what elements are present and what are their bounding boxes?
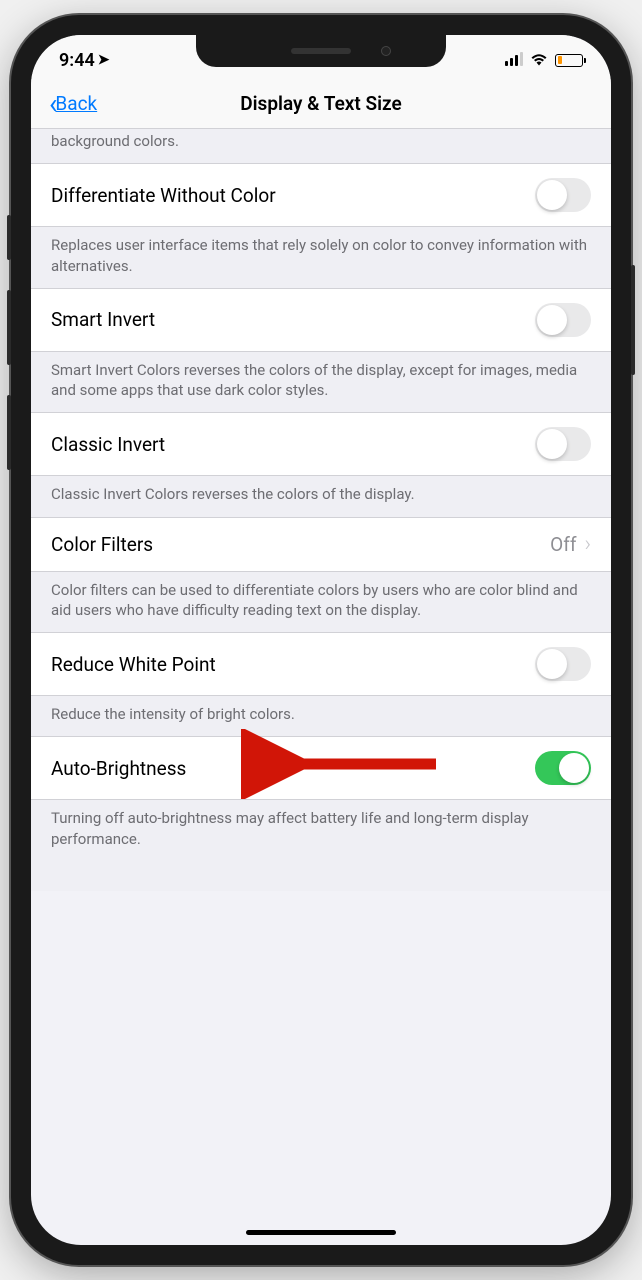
wifi-icon <box>530 51 548 70</box>
row-label: Auto-Brightness <box>51 757 186 780</box>
footer-text-truncated: background colors. <box>31 129 611 163</box>
device-notch <box>196 35 446 67</box>
status-time: 9:44 ➤ <box>59 50 110 71</box>
device-frame: 9:44 ➤ ‹ Back Display & Text Size <box>11 15 631 1265</box>
reduce-white-point-toggle[interactable] <box>535 647 591 681</box>
home-indicator[interactable] <box>246 1230 396 1235</box>
annotation-arrow-icon <box>241 729 451 803</box>
smart-invert-toggle[interactable] <box>535 303 591 337</box>
battery-icon <box>555 54 583 67</box>
differentiate-without-color-row[interactable]: Differentiate Without Color <box>31 163 611 227</box>
row-label: Smart Invert <box>51 308 155 331</box>
row-value: Off <box>550 533 576 556</box>
classic-invert-toggle[interactable] <box>535 427 591 461</box>
auto-brightness-toggle[interactable] <box>535 751 591 785</box>
classic-invert-footer: Classic Invert Colors reverses the color… <box>31 476 611 516</box>
row-label: Differentiate Without Color <box>51 184 276 207</box>
reduce-white-point-row[interactable]: Reduce White Point <box>31 632 611 696</box>
page-title: Display & Text Size <box>31 92 611 115</box>
row-label: Color Filters <box>51 533 153 556</box>
auto-brightness-row[interactable]: Auto-Brightness <box>31 736 611 800</box>
back-label: Back <box>55 92 97 115</box>
location-icon: ➤ <box>98 52 110 68</box>
differentiate-footer: Replaces user interface items that rely … <box>31 227 611 288</box>
color-filters-footer: Color filters can be used to differentia… <box>31 572 611 633</box>
smart-invert-footer: Smart Invert Colors reverses the colors … <box>31 352 611 413</box>
settings-list[interactable]: background colors. Differentiate Without… <box>31 129 611 1245</box>
classic-invert-row[interactable]: Classic Invert <box>31 412 611 476</box>
back-button[interactable]: ‹ Back <box>49 90 97 118</box>
chevron-right-icon: › <box>584 532 591 557</box>
row-label: Reduce White Point <box>51 653 216 676</box>
navigation-bar: ‹ Back Display & Text Size <box>31 79 611 129</box>
differentiate-toggle[interactable] <box>535 178 591 212</box>
row-label: Classic Invert <box>51 433 165 456</box>
cellular-signal-icon <box>505 54 523 66</box>
auto-brightness-footer: Turning off auto-brightness may affect b… <box>31 800 611 861</box>
smart-invert-row[interactable]: Smart Invert <box>31 288 611 352</box>
color-filters-row[interactable]: Color Filters Off › <box>31 517 611 572</box>
reduce-white-point-footer: Reduce the intensity of bright colors. <box>31 696 611 736</box>
